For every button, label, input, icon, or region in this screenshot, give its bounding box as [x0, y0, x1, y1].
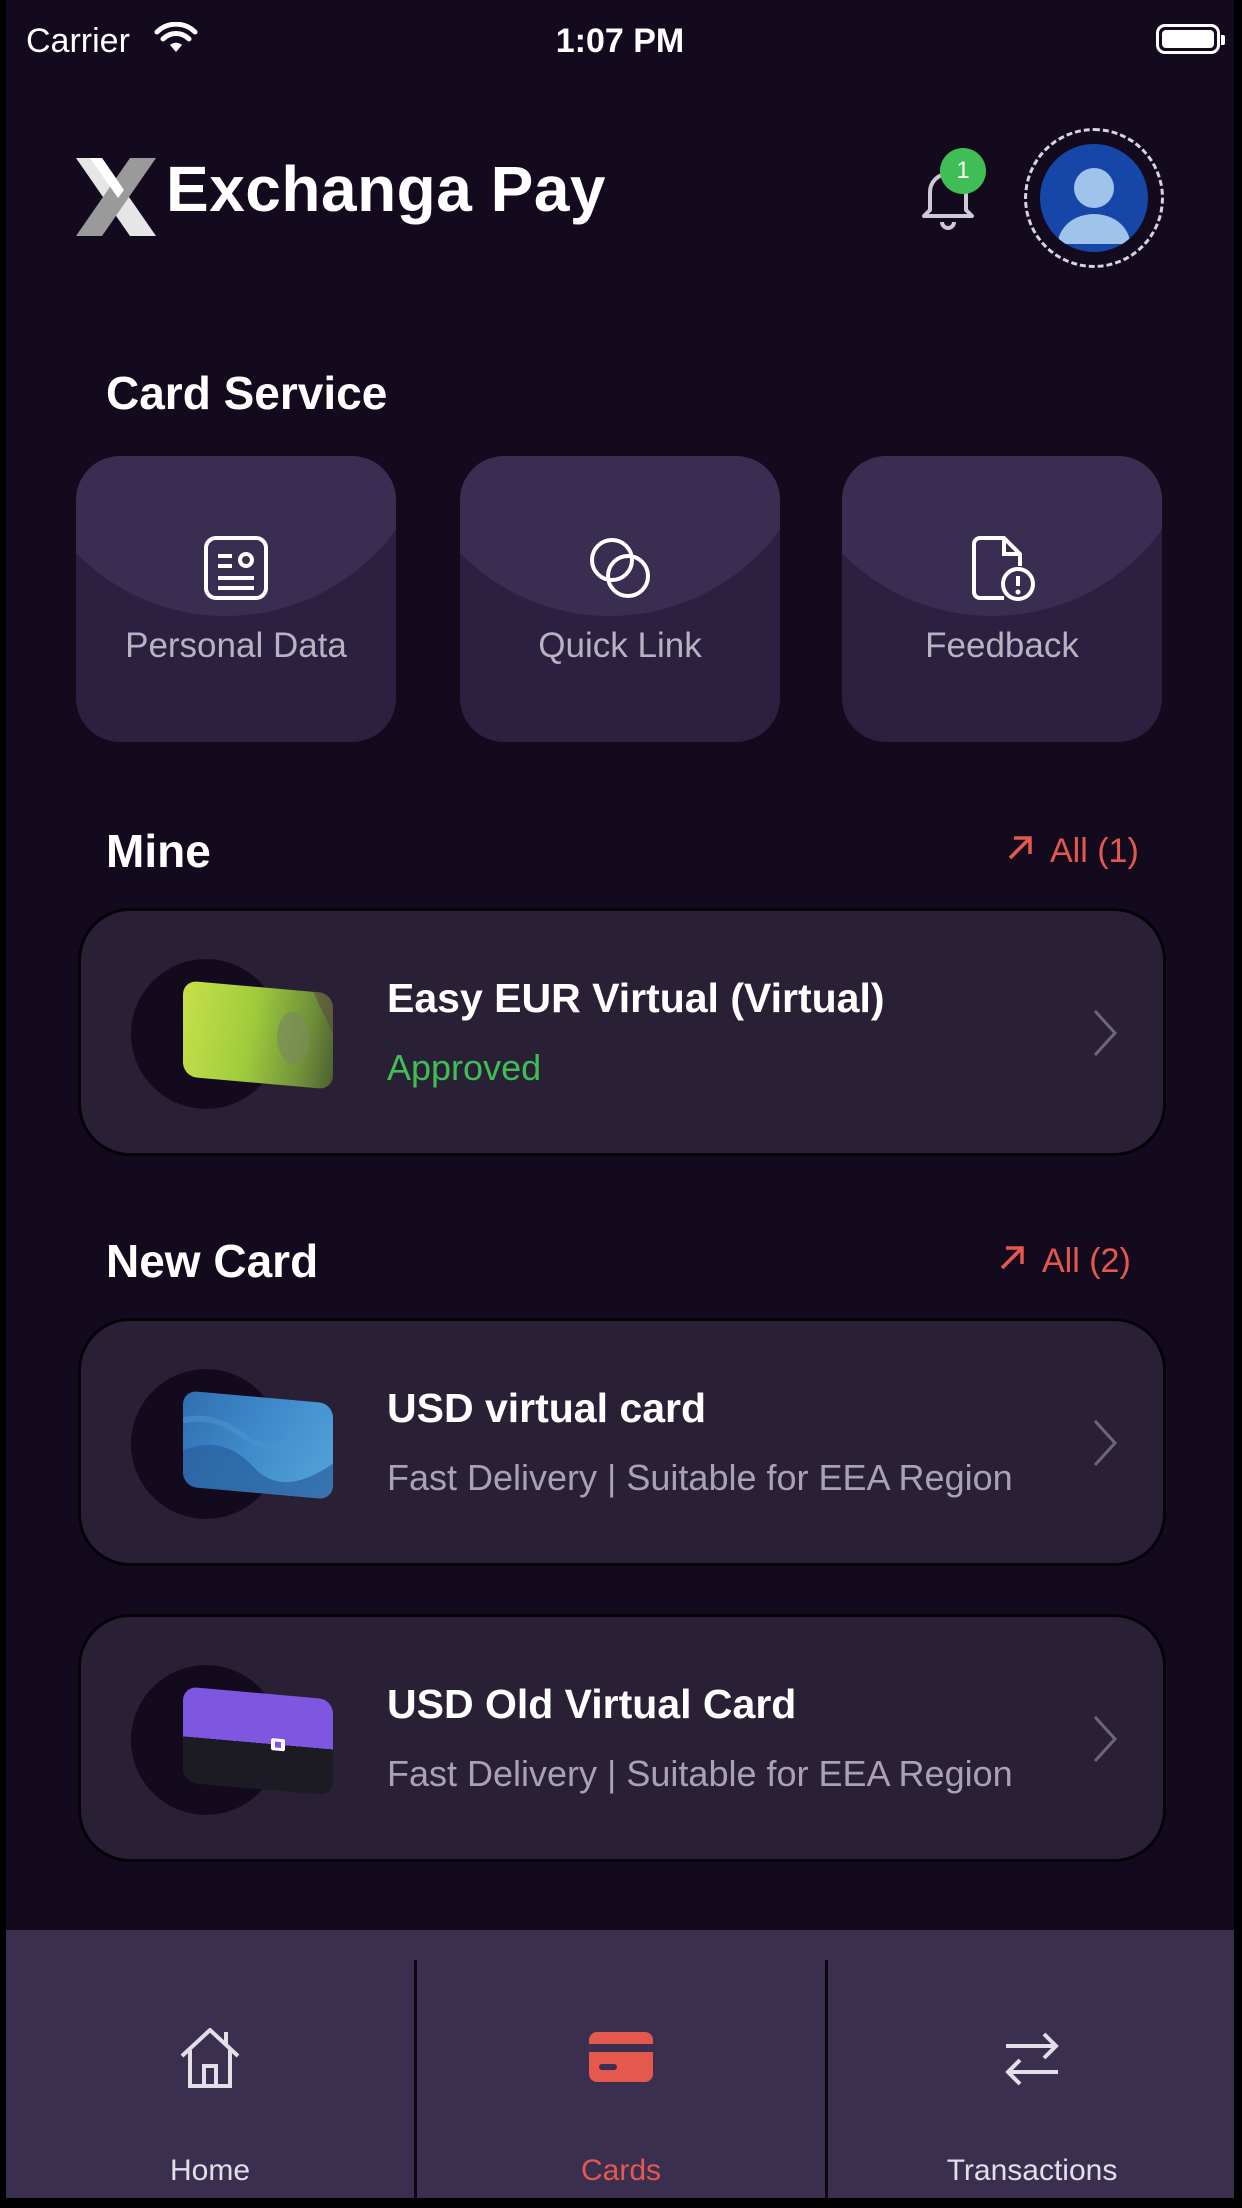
tab-label: Cards	[580, 2154, 662, 2187]
link-circles-icon	[590, 538, 650, 598]
exchanga-logo-icon	[76, 158, 156, 236]
card-image-purple	[183, 1686, 333, 1796]
chevron-right-icon	[1093, 1419, 1118, 1467]
mine-all-link[interactable]: All (1)	[1006, 832, 1139, 871]
tab-cards[interactable]: Cards	[417, 1930, 825, 2198]
mine-all-label: All (1)	[1050, 832, 1139, 870]
tab-home[interactable]: Home	[6, 1930, 414, 2198]
card-row-easy-eur[interactable]: Easy EUR Virtual (Virtual) Approved	[78, 908, 1166, 1156]
arrow-up-right-icon	[1008, 836, 1032, 860]
card-row-usd-old-virtual[interactable]: USD Old Virtual Card Fast Delivery | Sui…	[78, 1614, 1166, 1862]
card-image-green	[183, 980, 333, 1090]
chevron-right-icon	[1093, 1715, 1118, 1763]
app-screen: Carrier 1:07 PM Exchanga Pay 1 Card Serv…	[6, 0, 1234, 2198]
arrow-up-right-icon	[1000, 1246, 1024, 1270]
new-card-all-link[interactable]: All (2)	[998, 1242, 1131, 1281]
card-service-title: Card Service	[106, 367, 388, 419]
home-icon	[180, 2028, 240, 2088]
card-icon	[589, 2032, 653, 2082]
card-image-blue	[183, 1390, 333, 1500]
card-row-usd-virtual[interactable]: USD virtual card Fast Delivery | Suitabl…	[78, 1318, 1166, 1566]
card-subtitle: Fast Delivery | Suitable for EEA Region	[387, 1457, 1013, 1498]
tab-label: Transactions	[946, 2154, 1118, 2187]
status-bar: Carrier 1:07 PM	[6, 0, 1234, 84]
tile-label: Personal Data	[125, 626, 347, 665]
clock: 1:07 PM	[555, 22, 685, 60]
mine-title: Mine	[106, 825, 211, 877]
tile-feedback[interactable]: Feedback	[842, 456, 1162, 742]
tile-personal-data[interactable]: Personal Data	[76, 456, 396, 742]
tile-label: Feedback	[925, 626, 1079, 665]
tab-transactions[interactable]: Transactions	[828, 1930, 1234, 2198]
tab-label: Home	[169, 2154, 251, 2187]
battery-icon	[1156, 24, 1225, 54]
tile-label: Quick Link	[538, 626, 702, 665]
card-title: USD virtual card	[387, 1385, 706, 1431]
id-card-icon	[204, 536, 268, 600]
card-title: USD Old Virtual Card	[387, 1681, 797, 1727]
tile-quick-link[interactable]: Quick Link	[460, 456, 780, 742]
brand-name: Exchanga Pay	[166, 153, 606, 225]
swap-arrows-icon	[1005, 2032, 1059, 2086]
chip-icon	[271, 1738, 285, 1752]
new-card-all-label: All (2)	[1042, 1242, 1131, 1280]
new-card-title: New Card	[106, 1235, 319, 1287]
user-icon	[1058, 168, 1130, 244]
card-status: Approved	[387, 1047, 542, 1088]
tab-bar: Home Cards Transactions	[6, 1930, 1234, 2198]
chevron-right-icon	[1093, 1009, 1118, 1057]
card-subtitle: Fast Delivery | Suitable for EEA Region	[387, 1753, 1013, 1794]
avatar[interactable]	[1040, 144, 1148, 252]
notification-badge: 1	[940, 148, 986, 194]
document-alert-icon	[972, 536, 1035, 601]
wave-pattern-icon	[183, 1415, 333, 1500]
leaf-pattern-icon	[277, 991, 333, 1065]
card-title: Easy EUR Virtual (Virtual)	[387, 975, 885, 1021]
